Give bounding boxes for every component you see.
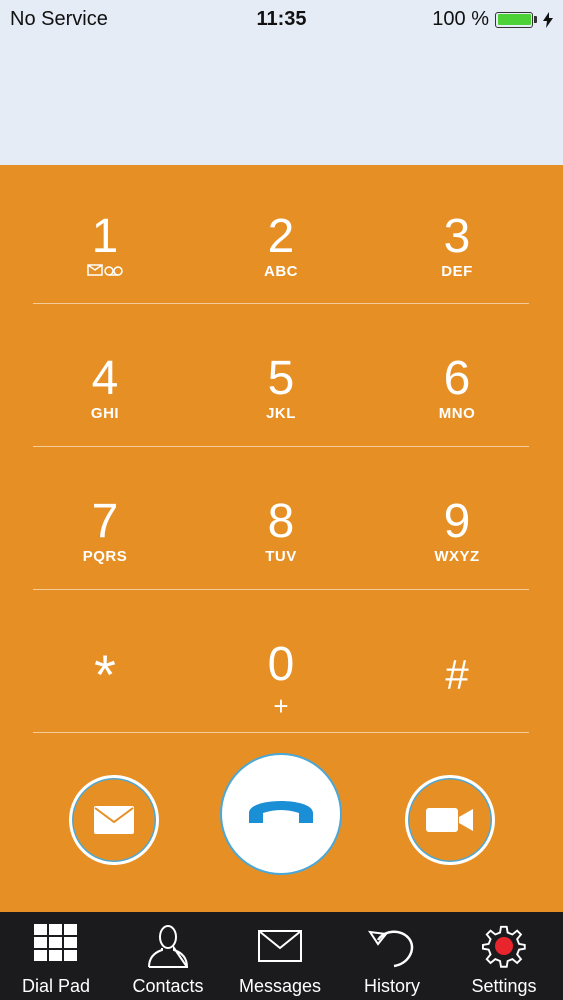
key-letters: WXYZ (434, 548, 480, 565)
key-letters: DEF (441, 263, 473, 280)
key-digit: 0 (267, 638, 295, 691)
row-divider (33, 732, 529, 733)
tab-contacts[interactable]: Contacts (112, 912, 224, 1000)
tab-history[interactable]: History (336, 912, 448, 1000)
key-letters: MNO (438, 405, 476, 422)
key-6[interactable]: 6 MNO (369, 307, 545, 449)
dial-pad: 1 2 ABC 3 DEF 4 GHI 5 JKL 6 MNO 7 PQRS 8… (0, 165, 563, 912)
send-message-button[interactable] (69, 775, 159, 865)
video-call-button[interactable] (405, 775, 495, 865)
key-row-4: * 0 + # (0, 593, 563, 735)
key-row-3: 7 PQRS 8 TUV 9 WXYZ (0, 450, 563, 592)
key-9[interactable]: 9 WXYZ (369, 450, 545, 592)
tab-bar: Dial Pad Contacts Messages History Setti… (0, 912, 563, 1000)
key-8[interactable]: 8 TUV (193, 450, 369, 592)
tab-label: History (363, 976, 420, 996)
tab-messages[interactable]: Messages (224, 912, 336, 1000)
key-7[interactable]: 7 PQRS (17, 450, 193, 592)
key-digit: 8 (267, 495, 295, 548)
key-digit: 6 (443, 352, 471, 405)
video-camera-icon (426, 808, 473, 832)
key-letters: JKL (266, 405, 296, 422)
key-letters: PQRS (82, 548, 128, 565)
key-plus: + (273, 691, 289, 721)
envelope-icon (94, 806, 134, 834)
tab-label: Dial Pad (21, 976, 91, 996)
voicemail-icon (17, 263, 193, 280)
battery-status: 100 % (432, 8, 553, 31)
battery-icon (495, 11, 533, 28)
tab-label: Messages (238, 976, 322, 996)
key-4[interactable]: 4 GHI (17, 307, 193, 449)
number-display[interactable] (0, 38, 563, 164)
key-digit: 5 (267, 352, 295, 405)
battery-tip (534, 16, 537, 23)
dialpad-grid-icon (0, 924, 112, 968)
key-5[interactable]: 5 JKL (193, 307, 369, 449)
key-letters: GHI (90, 405, 120, 422)
gear-icon (448, 924, 560, 968)
charging-bolt-icon (543, 11, 553, 28)
history-arrow-icon (336, 924, 448, 968)
envelope-icon (224, 930, 336, 974)
person-icon (112, 924, 224, 968)
key-row-1: 1 2 ABC 3 DEF (0, 165, 563, 307)
battery-fill (497, 14, 531, 25)
status-bar: No Service 11:35 100 % (0, 0, 563, 38)
key-digit: # (445, 651, 469, 698)
battery-percent: 100 % (432, 8, 489, 30)
key-digit: 9 (443, 495, 471, 548)
key-0[interactable]: 0 + (193, 593, 369, 735)
row-divider (33, 303, 529, 304)
key-row-2: 4 GHI 5 JKL 6 MNO (0, 307, 563, 449)
row-divider (33, 446, 529, 447)
key-2[interactable]: 2 ABC (193, 165, 369, 307)
key-1[interactable]: 1 (17, 165, 193, 307)
tab-dial-pad[interactable]: Dial Pad (0, 912, 112, 1000)
key-letters: ABC (264, 263, 298, 280)
key-3[interactable]: 3 DEF (369, 165, 545, 307)
key-digit: 7 (91, 495, 119, 548)
key-digit: 4 (91, 352, 119, 405)
tab-label: Settings (471, 976, 537, 996)
key-hash[interactable]: # (369, 593, 545, 735)
row-divider (33, 589, 529, 590)
key-letters: TUV (265, 548, 297, 565)
tab-settings[interactable]: Settings (448, 912, 560, 1000)
key-digit: 2 (267, 210, 295, 263)
tab-label: Contacts (132, 976, 204, 996)
key-star[interactable]: * (17, 593, 193, 735)
key-digit: 3 (443, 210, 471, 263)
phone-handset-icon (249, 801, 313, 823)
call-button[interactable] (220, 753, 342, 875)
key-digit: * (94, 643, 116, 706)
key-digit: 1 (91, 210, 119, 263)
